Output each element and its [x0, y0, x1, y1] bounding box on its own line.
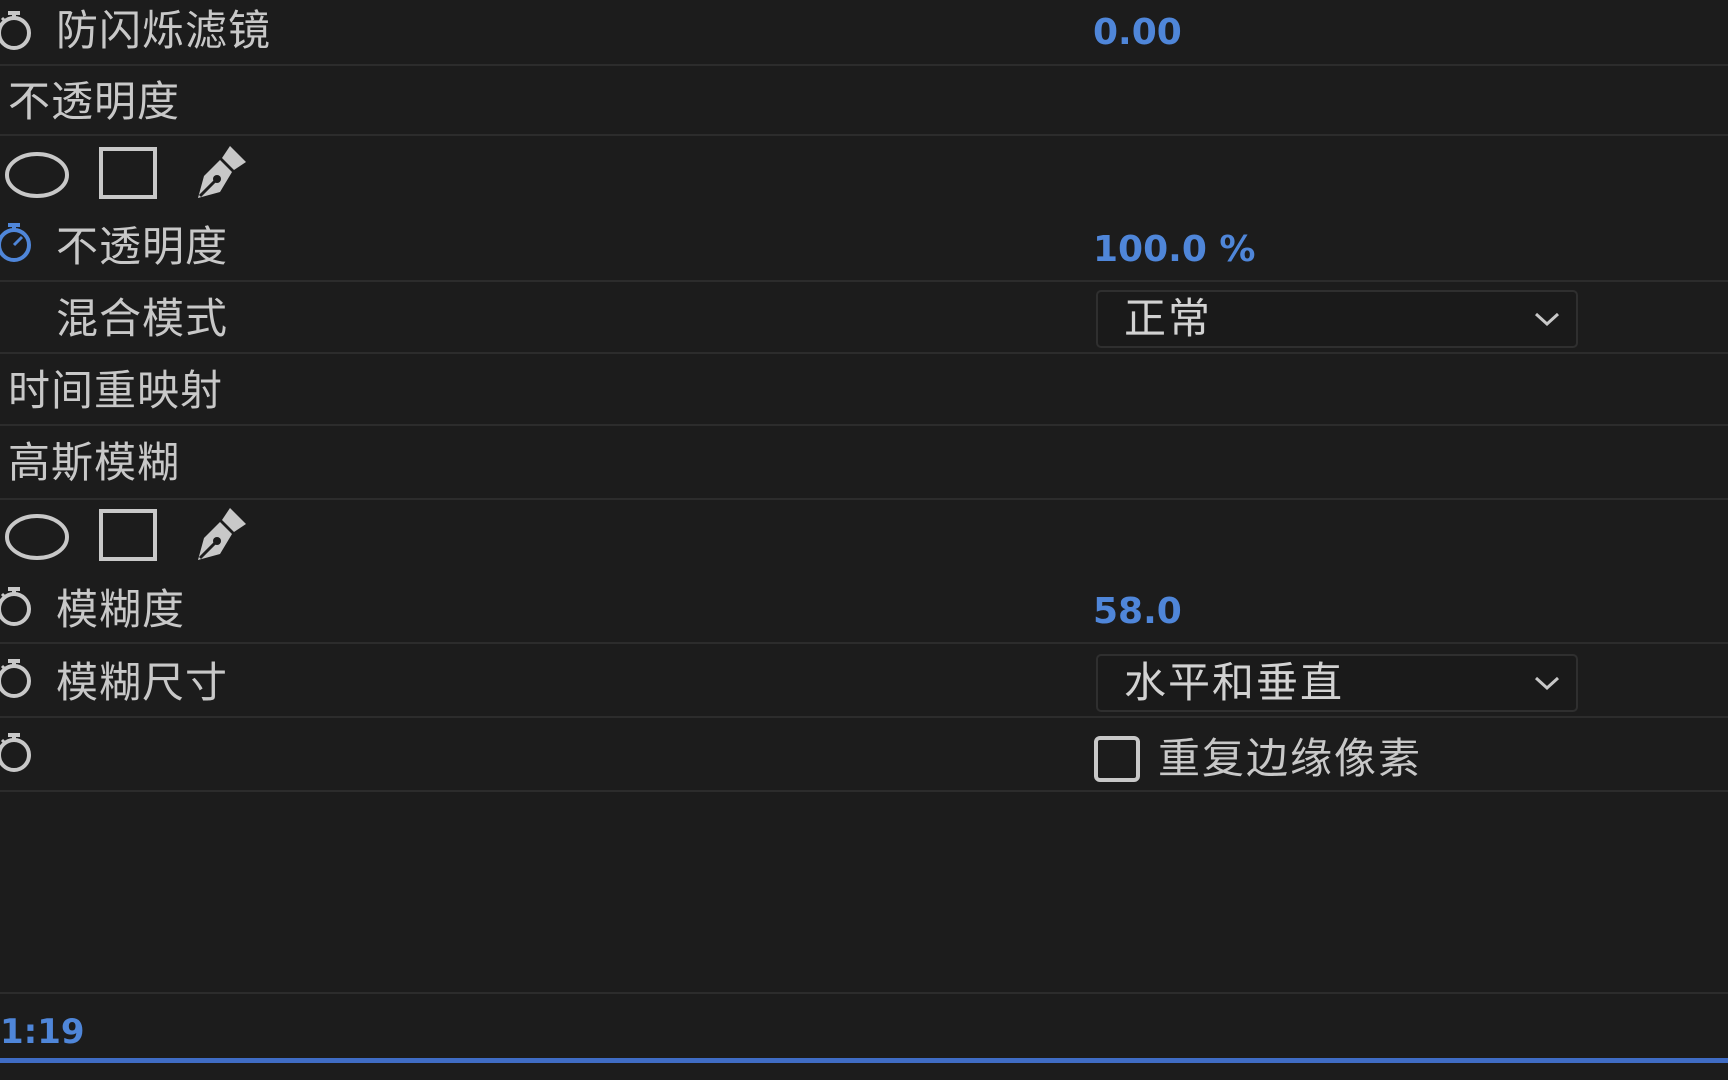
stopwatch-icon[interactable]: [0, 732, 34, 774]
pen-mask-icon[interactable]: [190, 504, 250, 568]
stopwatch-icon[interactable]: [0, 658, 34, 700]
time-remap-row[interactable]: 时间重映射: [0, 354, 1728, 426]
time-remap-label: 时间重映射: [8, 366, 224, 415]
blend-mode-row: 混合模式 正常: [0, 282, 1728, 354]
chevron-down-icon: [1532, 308, 1562, 334]
opacity-label: 不透明度: [56, 222, 229, 271]
gaussian-mask-tools: [0, 500, 1728, 574]
antiflicker-value[interactable]: 0.00: [1093, 15, 1182, 51]
antiflicker-label: 防闪烁滤镜: [56, 6, 272, 55]
blur-dimensions-row: 模糊尺寸 水平和垂直: [0, 644, 1728, 718]
blurriness-value[interactable]: 58.0: [1093, 594, 1182, 630]
opacity-value[interactable]: 100.0 %: [1093, 232, 1255, 268]
gaussian-blur-label: 高斯模糊: [8, 438, 181, 487]
blend-mode-label: 混合模式: [56, 294, 229, 343]
pen-mask-icon[interactable]: [190, 142, 250, 206]
stopwatch-icon[interactable]: [0, 586, 34, 628]
blur-dimensions-label: 模糊尺寸: [56, 658, 229, 707]
chevron-down-icon: [1532, 672, 1562, 698]
blur-dimensions-selected: 水平和垂直: [1124, 658, 1345, 707]
timecode[interactable]: 1:19: [0, 1015, 85, 1049]
repeat-edge-row: 重复边缘像素: [0, 718, 1728, 792]
rectangle-mask-icon[interactable]: [98, 146, 158, 204]
stopwatch-active-icon[interactable]: [0, 222, 34, 264]
stopwatch-icon[interactable]: [0, 10, 34, 52]
opacity-row: 不透明度 100.0 %: [0, 210, 1728, 282]
ellipse-mask-icon[interactable]: [4, 150, 70, 204]
antiflicker-row: 防闪烁滤镜 0.00: [0, 0, 1728, 66]
blurriness-label: 模糊度: [56, 585, 186, 634]
repeat-edge-checkbox[interactable]: [1094, 736, 1140, 782]
gaussian-blur-section-row[interactable]: 高斯模糊: [0, 426, 1728, 500]
opacity-section-row[interactable]: 不透明度: [0, 66, 1728, 136]
ellipse-mask-icon[interactable]: [4, 512, 70, 566]
footer-divider: [0, 992, 1728, 994]
repeat-edge-label: 重复边缘像素: [1158, 734, 1423, 783]
effect-controls-panel: 防闪烁滤镜 0.00 不透明度 不透明度 100.0 % 混合模式 正常 时间重…: [0, 0, 1728, 1080]
timeline-bar[interactable]: [0, 1058, 1728, 1063]
blur-dimensions-dropdown[interactable]: 水平和垂直: [1096, 654, 1578, 712]
rectangle-mask-icon[interactable]: [98, 508, 158, 566]
blend-mode-dropdown[interactable]: 正常: [1096, 290, 1578, 348]
opacity-mask-tools: [0, 136, 1728, 210]
opacity-section-label: 不透明度: [8, 77, 181, 126]
blurriness-row: 模糊度 58.0: [0, 574, 1728, 644]
blend-mode-selected: 正常: [1124, 294, 1213, 343]
